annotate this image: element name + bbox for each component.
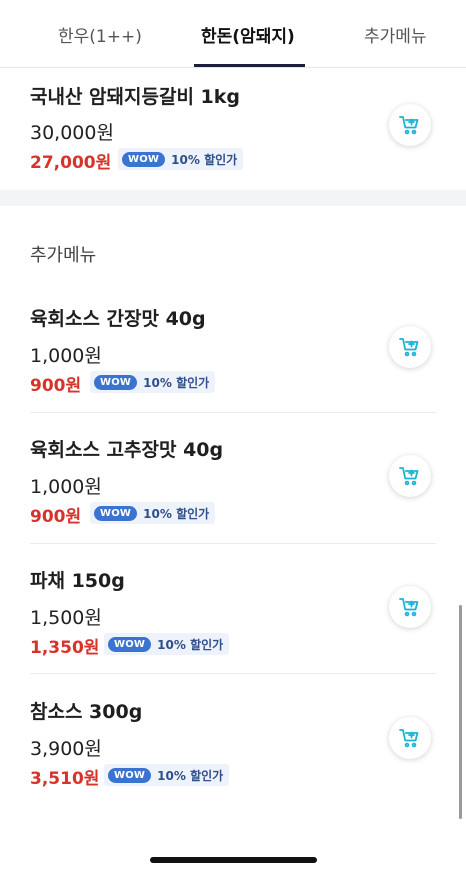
category-tab-bar: 한우(1++) 한돈(암돼지) 추가메뉴 bbox=[0, 0, 466, 68]
menu-item: 국내산 암돼지등갈비 1kg 30,000원 27,000원 WOW 10% 할… bbox=[30, 82, 436, 182]
add-to-cart-button[interactable] bbox=[389, 717, 431, 759]
add-to-cart-icon bbox=[399, 729, 419, 748]
menu-item: 참소스 300g 3,900원 3,510원 WOW 10% 할인가 bbox=[30, 697, 436, 797]
item-name: 파채 150g bbox=[30, 570, 125, 592]
wow-discount-label: WOW 10% 할인가 bbox=[90, 502, 216, 524]
item-name: 참소스 300g bbox=[30, 701, 143, 723]
discount-text: 10% 할인가 bbox=[171, 152, 238, 167]
item-name: 국내산 암돼지등갈비 1kg bbox=[30, 86, 241, 108]
menu-item: 육회소스 간장맛 40g 1,000원 900원 WOW 10% 할인가 bbox=[30, 304, 436, 404]
item-sale-price: 3,510원 bbox=[30, 769, 100, 789]
item-divider bbox=[30, 543, 436, 544]
item-price: 3,900원 bbox=[30, 738, 102, 760]
menu-item: 육회소스 고추장맛 40g 1,000원 900원 WOW 10% 할인가 bbox=[30, 435, 436, 535]
item-sale-price: 27,000원 bbox=[30, 153, 112, 173]
tab-hanwoo[interactable]: 한우(1++) bbox=[58, 22, 142, 47]
add-to-cart-button[interactable] bbox=[389, 455, 431, 497]
discount-text: 10% 할인가 bbox=[143, 506, 210, 521]
active-tab-indicator bbox=[194, 64, 305, 67]
wow-badge: WOW bbox=[94, 374, 138, 390]
item-name: 육회소스 고추장맛 40g bbox=[30, 439, 224, 461]
add-to-cart-button[interactable] bbox=[389, 326, 431, 368]
discount-text: 10% 할인가 bbox=[157, 768, 224, 783]
tab-extra-menu[interactable]: 추가메뉴 bbox=[364, 22, 427, 47]
add-to-cart-button[interactable] bbox=[389, 586, 431, 628]
section-separator bbox=[0, 190, 466, 206]
add-to-cart-icon bbox=[399, 338, 419, 357]
wow-badge: WOW bbox=[108, 636, 152, 652]
add-to-cart-icon bbox=[399, 116, 419, 135]
wow-discount-label: WOW 10% 할인가 bbox=[104, 633, 230, 655]
wow-discount-label: WOW 10% 할인가 bbox=[90, 371, 216, 393]
item-name: 육회소스 간장맛 40g bbox=[30, 308, 206, 330]
item-price: 1,000원 bbox=[30, 476, 102, 498]
item-price: 1,500원 bbox=[30, 607, 102, 629]
item-price: 30,000원 bbox=[30, 122, 114, 144]
item-sale-price: 900원 bbox=[30, 507, 82, 527]
add-to-cart-icon bbox=[399, 598, 419, 617]
wow-discount-label: WOW 10% 할인가 bbox=[118, 148, 244, 170]
section-title: 추가메뉴 bbox=[30, 245, 97, 266]
wow-badge: WOW bbox=[122, 151, 166, 167]
item-divider bbox=[30, 673, 436, 674]
discount-text: 10% 할인가 bbox=[157, 637, 224, 652]
add-to-cart-icon bbox=[399, 467, 419, 486]
item-divider bbox=[30, 412, 436, 413]
item-price: 1,000원 bbox=[30, 345, 102, 367]
home-indicator[interactable] bbox=[150, 857, 317, 863]
add-to-cart-button[interactable] bbox=[389, 104, 431, 146]
tab-handon[interactable]: 한돈(암돼지) bbox=[201, 22, 295, 47]
discount-text: 10% 할인가 bbox=[143, 375, 210, 390]
wow-badge: WOW bbox=[108, 767, 152, 783]
item-sale-price: 1,350원 bbox=[30, 638, 100, 658]
scrollbar[interactable] bbox=[459, 605, 462, 819]
wow-discount-label: WOW 10% 할인가 bbox=[104, 764, 230, 786]
menu-item: 파채 150g 1,500원 1,350원 WOW 10% 할인가 bbox=[30, 566, 436, 666]
wow-badge: WOW bbox=[94, 505, 138, 521]
item-sale-price: 900원 bbox=[30, 376, 82, 396]
